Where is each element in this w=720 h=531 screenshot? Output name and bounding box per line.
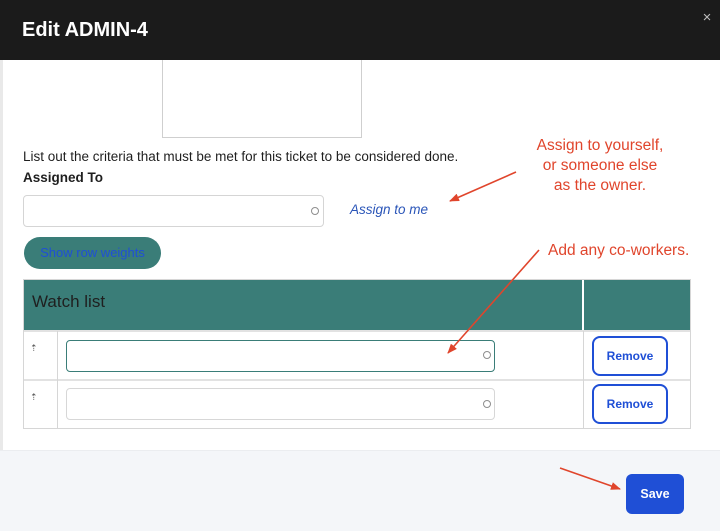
remove-button[interactable]: Remove xyxy=(592,336,668,376)
annotation-line: or someone else xyxy=(542,157,658,174)
coworker-input[interactable] xyxy=(66,388,495,420)
dialog-left-edge xyxy=(0,60,3,450)
watch-list-header xyxy=(24,280,690,331)
column-separator xyxy=(583,331,584,428)
criteria-textarea[interactable] xyxy=(162,60,362,138)
dialog-footer xyxy=(0,450,720,531)
close-icon[interactable]: × xyxy=(699,9,715,27)
circle-icon xyxy=(483,351,491,359)
annotation-line: as the owner. xyxy=(553,177,647,194)
circle-icon xyxy=(311,207,319,215)
watch-list-header-label: Watch list xyxy=(32,292,106,311)
assignee-input[interactable] xyxy=(23,195,324,227)
dialog-title: Edit ADMIN-4 xyxy=(22,19,148,41)
annotation-line: Assign to yourself, xyxy=(536,137,664,154)
row-separator xyxy=(24,379,690,381)
criteria-help-text: List out the criteria that must be met f… xyxy=(23,149,459,164)
assign-to-me-link[interactable]: Assign to me xyxy=(350,202,428,217)
assigned-to-label: Assigned To xyxy=(23,170,104,185)
show-row-weights-button[interactable]: Show row weights xyxy=(24,237,161,269)
remove-button[interactable]: Remove xyxy=(592,384,668,424)
drag-handle-icon[interactable]: ⇡ xyxy=(30,392,38,403)
arrow-to-assign-me xyxy=(449,171,517,202)
column-separator xyxy=(57,331,58,428)
coworkers-annotation: Add any co-workers. xyxy=(548,242,690,259)
assign-annotation: Assign to yourself, or someone else as t… xyxy=(520,136,680,196)
save-button[interactable]: Save xyxy=(626,474,684,514)
coworker-input[interactable] xyxy=(66,340,495,372)
header-divider xyxy=(582,280,584,331)
drag-handle-icon[interactable]: ⇡ xyxy=(30,343,38,354)
row-separator xyxy=(24,330,690,332)
circle-icon xyxy=(483,400,491,408)
